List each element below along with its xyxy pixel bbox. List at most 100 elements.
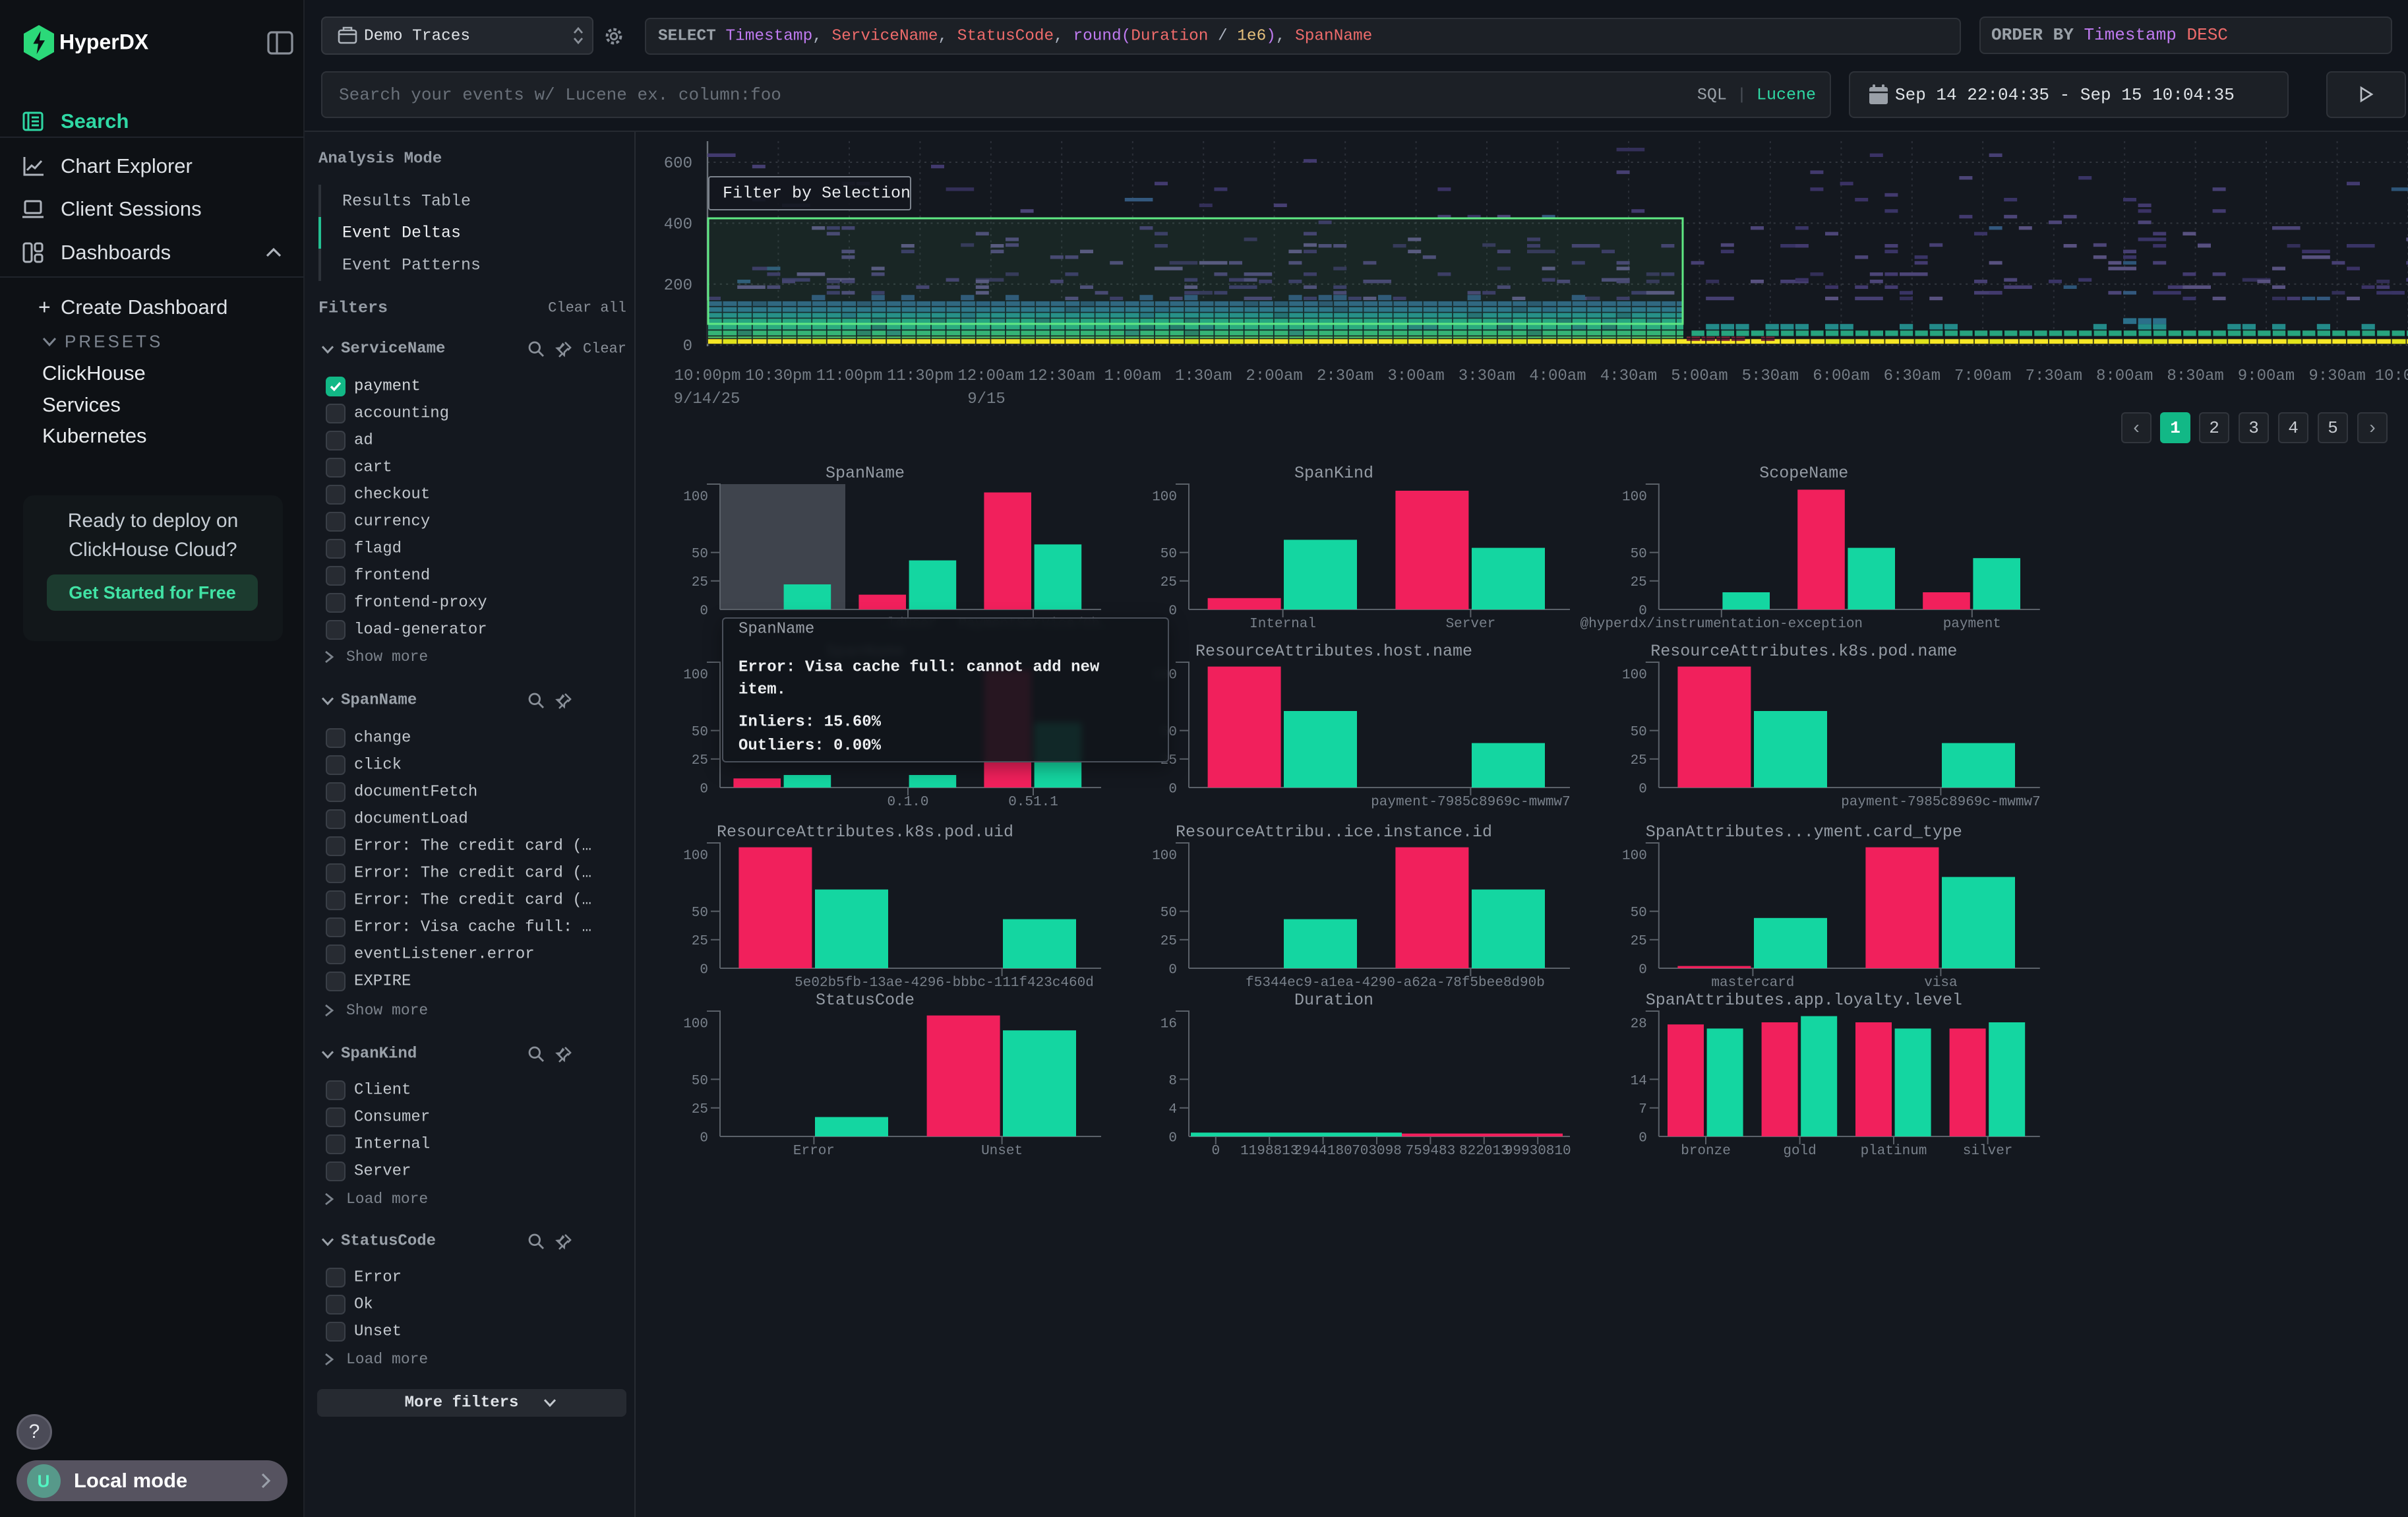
svg-text:Duration: Duration	[1294, 991, 1373, 1010]
svg-text:2:00am: 2:00am	[1246, 367, 1302, 385]
svg-text:100: 100	[683, 667, 708, 683]
svg-text:9:30am: 9:30am	[2308, 367, 2365, 385]
svg-text:0: 0	[1168, 782, 1177, 797]
svg-text:1:30am: 1:30am	[1175, 367, 1232, 385]
svg-text:gold: gold	[1783, 1144, 1816, 1159]
svg-text:8:00am: 8:00am	[2096, 367, 2153, 385]
svg-text:25: 25	[1631, 753, 1647, 768]
svg-text:silver: silver	[1963, 1144, 2013, 1159]
svg-text:0: 0	[700, 782, 708, 797]
svg-text:4:30am: 4:30am	[1600, 367, 1657, 385]
svg-text:8: 8	[1168, 1074, 1177, 1089]
svg-text:99930810: 99930810	[1505, 1144, 1571, 1159]
svg-text:11:30pm: 11:30pm	[887, 367, 953, 385]
svg-text:100: 100	[1152, 848, 1177, 863]
svg-text:5:00am: 5:00am	[1671, 367, 1728, 385]
svg-text:ResourceAttribu..ice.instance.: ResourceAttribu..ice.instance.id	[1176, 822, 1492, 842]
svg-text:0.1.0: 0.1.0	[887, 795, 928, 810]
svg-text:50: 50	[692, 547, 708, 562]
svg-text:5:30am: 5:30am	[1742, 367, 1799, 385]
svg-text:5e02b5fb-13ae-4296-bbbc-111f42: 5e02b5fb-13ae-4296-bbbc-111f423c460d	[795, 975, 1094, 991]
svg-text:payment: payment	[1943, 617, 2001, 632]
svg-text:0: 0	[683, 338, 692, 356]
svg-text:100: 100	[683, 1016, 708, 1032]
svg-text:7: 7	[1639, 1102, 1647, 1117]
svg-text:payment-7985c8969c-mwmw7: payment-7985c8969c-mwmw7	[1841, 795, 2040, 810]
svg-text:3:00am: 3:00am	[1387, 367, 1444, 385]
svg-text:8:30am: 8:30am	[2167, 367, 2223, 385]
svg-text:Unset: Unset	[981, 1144, 1023, 1159]
svg-text:50: 50	[692, 1074, 708, 1089]
svg-text:703098: 703098	[1352, 1144, 1402, 1159]
svg-text:50: 50	[1631, 906, 1647, 921]
svg-text:0: 0	[700, 1130, 708, 1146]
svg-text:25: 25	[692, 1102, 708, 1117]
svg-text:0: 0	[700, 604, 708, 619]
svg-text:100: 100	[683, 489, 708, 505]
svg-text:25: 25	[692, 934, 708, 949]
svg-text:bronze: bronze	[1681, 1144, 1731, 1159]
svg-text:2944180: 2944180	[1294, 1144, 1352, 1159]
svg-text:25: 25	[692, 575, 708, 590]
svg-text:1:00am: 1:00am	[1104, 367, 1161, 385]
svg-text:Internal: Internal	[1249, 617, 1316, 632]
svg-text:ScopeName: ScopeName	[1759, 464, 1848, 483]
svg-text:2:30am: 2:30am	[1317, 367, 1373, 385]
svg-text:0: 0	[700, 962, 708, 977]
svg-text:25: 25	[1631, 934, 1647, 949]
svg-text:0: 0	[1639, 1130, 1647, 1146]
svg-text:50: 50	[1631, 547, 1647, 562]
svg-text:6:30am: 6:30am	[1884, 367, 1941, 385]
svg-text:9/15: 9/15	[967, 390, 1006, 408]
svg-text:100: 100	[1152, 489, 1177, 505]
svg-text:100: 100	[683, 848, 708, 863]
svg-text:16: 16	[1160, 1016, 1177, 1032]
svg-text:SpanKind: SpanKind	[1294, 464, 1373, 483]
svg-text:payment-7985c8969c-mwmw7: payment-7985c8969c-mwmw7	[1371, 795, 1570, 810]
svg-text:1198813: 1198813	[1240, 1144, 1298, 1159]
svg-text:7:00am: 7:00am	[1954, 367, 2011, 385]
svg-text:759483: 759483	[1406, 1144, 1456, 1159]
svg-text:SpanAttributes.app.loyalty.lev: SpanAttributes.app.loyalty.level	[1646, 991, 1962, 1010]
svg-text:f5344ec9-a1ea-4290-a62a-78f5be: f5344ec9-a1ea-4290-a62a-78f5bee8d90b	[1246, 975, 1545, 991]
svg-text:25: 25	[1160, 575, 1177, 590]
svg-text:50: 50	[692, 725, 708, 740]
svg-text:StatusCode: StatusCode	[816, 991, 915, 1010]
svg-text:400: 400	[664, 216, 692, 233]
svg-text:11:00pm: 11:00pm	[816, 367, 883, 385]
svg-text:0: 0	[1168, 1130, 1177, 1146]
svg-text:0: 0	[1211, 1144, 1220, 1159]
svg-text:25: 25	[1631, 575, 1647, 590]
svg-text:10:00pm: 10:00pm	[675, 367, 741, 385]
svg-text:50: 50	[1160, 906, 1177, 921]
svg-text:Error: Error	[793, 1144, 835, 1159]
svg-text:7:30am: 7:30am	[2026, 367, 2082, 385]
svg-text:822013: 822013	[1459, 1144, 1509, 1159]
svg-text:9/14/25: 9/14/25	[674, 390, 740, 408]
svg-text:SpanAttributes...yment.card_ty: SpanAttributes...yment.card_type	[1646, 822, 1962, 842]
svg-text:50: 50	[1160, 547, 1177, 562]
svg-text:0: 0	[1168, 962, 1177, 977]
svg-text:@hyperdx/instrumentation-excep: @hyperdx/instrumentation-exception	[1580, 617, 1863, 632]
svg-text:mastercard: mastercard	[1711, 975, 1794, 991]
svg-text:4: 4	[1168, 1102, 1177, 1117]
svg-text:ResourceAttributes.host.name: ResourceAttributes.host.name	[1195, 642, 1472, 661]
svg-text:50: 50	[692, 906, 708, 921]
svg-text:4:00am: 4:00am	[1529, 367, 1586, 385]
svg-text:9:00am: 9:00am	[2238, 367, 2295, 385]
svg-text:6:00am: 6:00am	[1813, 367, 1869, 385]
svg-text:3:30am: 3:30am	[1459, 367, 1515, 385]
svg-text:100: 100	[1622, 848, 1647, 863]
svg-text:0: 0	[1168, 604, 1177, 619]
svg-text:visa: visa	[1924, 975, 1957, 991]
svg-text:14: 14	[1631, 1074, 1647, 1089]
svg-text:SpanName: SpanName	[826, 464, 905, 483]
svg-text:Server: Server	[1446, 617, 1496, 632]
svg-text:25: 25	[1160, 934, 1177, 949]
svg-text:100: 100	[1622, 667, 1647, 683]
svg-text:0.51.1: 0.51.1	[1008, 795, 1058, 810]
svg-text:28: 28	[1631, 1016, 1647, 1032]
svg-text:ResourceAttributes.k8s.pod.nam: ResourceAttributes.k8s.pod.name	[1650, 642, 1957, 661]
svg-text:10:30pm: 10:30pm	[745, 367, 812, 385]
svg-text:100: 100	[1622, 489, 1647, 505]
